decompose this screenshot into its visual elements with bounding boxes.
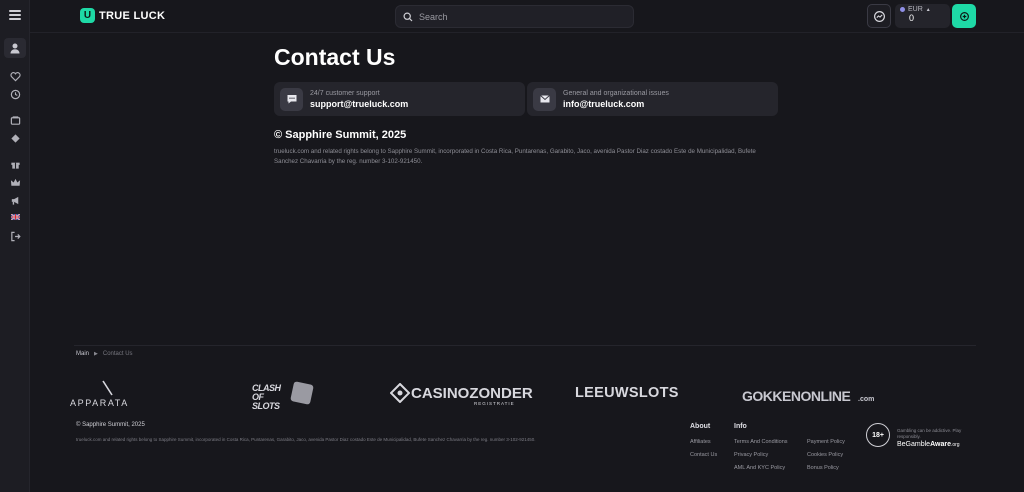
currency-icon — [900, 7, 905, 12]
logo-icon: U — [80, 8, 95, 23]
support-email[interactable]: support@trueluck.com — [310, 99, 408, 109]
logo[interactable]: U TRUE LUCK — [80, 8, 165, 23]
search-box[interactable] — [395, 5, 634, 28]
gokkenonline-text: GOKKENONLINE — [742, 388, 851, 404]
apparata-mark-icon — [102, 380, 113, 396]
apparata-text: APPARATA — [70, 398, 129, 408]
uk-flag-icon[interactable] — [8, 210, 22, 224]
user-icon[interactable] — [4, 38, 26, 58]
chat-button[interactable] — [867, 4, 891, 28]
copyright-title: © Sapphire Summit, 2025 — [274, 129, 407, 141]
support-card-subtitle: 24/7 customer support — [310, 89, 380, 97]
casinozonder-icon — [390, 383, 410, 403]
caret-down-icon: ▲ — [925, 6, 931, 13]
leeuwslots-text: LEEUWSLOTS — [575, 385, 679, 401]
dice-icon — [290, 381, 314, 405]
footer-divider — [74, 345, 976, 346]
chat-bubble-icon — [280, 87, 303, 111]
gamble-warning-text: Gambling can be addictive. Play responsi… — [897, 428, 962, 439]
top-bar: U TRUE LUCK EUR ▲ 0 — [30, 0, 1024, 33]
info-card-subtitle: General and organizational issues — [563, 89, 669, 97]
breadcrumb: Main ▶ Contact Us — [76, 351, 133, 357]
footer-link-terms[interactable]: Terms And Conditions — [734, 439, 788, 445]
age-restriction-badge: 18+ — [866, 423, 890, 447]
partner-logo-clash-of-slots[interactable]: CLASH OF SLOTS — [252, 381, 317, 411]
breadcrumb-main[interactable]: Main — [76, 351, 89, 357]
heart-icon[interactable] — [8, 69, 22, 83]
support-contact-card[interactable]: 24/7 customer support support@trueluck.c… — [274, 82, 525, 116]
begambleaware-text-b: Aware — [930, 441, 951, 448]
megaphone-icon[interactable] — [8, 193, 22, 207]
menu-icon[interactable] — [9, 10, 21, 20]
casinozonder-sub-text: REGISTRATIE — [474, 401, 515, 406]
page-title: Contact Us — [274, 44, 396, 70]
begambleaware-text-a: BeGamble — [897, 441, 931, 448]
crown-icon[interactable] — [8, 175, 22, 189]
footer-link-affiliates[interactable]: Affiliates — [690, 439, 711, 445]
copyright-text: trueluck.com and related rights belong t… — [274, 148, 756, 165]
footer-link-payment[interactable]: Payment Policy — [807, 439, 845, 445]
begambleaware-text-c: .org — [950, 442, 960, 448]
breadcrumb-separator-icon: ▶ — [94, 351, 98, 357]
info-contact-card[interactable]: General and organizational issues info@t… — [527, 82, 778, 116]
diamond-icon[interactable] — [8, 131, 22, 145]
partner-logo-leeuwslots[interactable]: LEEUWSLOTS — [575, 384, 690, 402]
sidebar — [0, 0, 30, 492]
plus-icon — [959, 11, 969, 21]
balance-value: 0 — [909, 13, 915, 23]
footer-link-bonus[interactable]: Bonus Policy — [807, 465, 839, 471]
currency-label: EUR — [908, 6, 923, 13]
begambleaware-logo[interactable]: BeGambleAware.org — [897, 441, 960, 448]
info-email[interactable]: info@trueluck.com — [563, 99, 669, 109]
mail-icon — [533, 87, 556, 111]
footer-about-title: About — [690, 423, 711, 430]
partner-logo-gokkenonline[interactable]: GOKKENONLINE .com — [742, 383, 882, 409]
chat-icon — [873, 10, 885, 22]
breadcrumb-current: Contact Us — [102, 351, 133, 357]
footer-link-aml-kyc[interactable]: AML And KYC Policy — [734, 465, 785, 471]
footer-link-privacy[interactable]: Privacy Policy — [734, 452, 768, 458]
gokkenonline-domain-text: .com — [858, 396, 875, 403]
logo-text: TRUE LUCK — [99, 9, 166, 22]
partner-logo-casinozonder[interactable]: CASINOZONDER REGISTRATIE — [390, 382, 533, 408]
search-input[interactable] — [419, 11, 619, 22]
balance-widget[interactable]: EUR ▲ 0 — [895, 4, 950, 28]
footer-info-title: Info — [734, 423, 747, 430]
deposit-button[interactable] — [952, 4, 976, 28]
logout-icon[interactable] — [8, 229, 22, 243]
footer-link-contact-us[interactable]: Contact Us — [690, 452, 717, 458]
casino-icon[interactable] — [8, 113, 22, 127]
footer-link-cookies[interactable]: Cookies Policy — [807, 452, 843, 458]
clash-of-slots-text: CLASH OF SLOTS — [252, 383, 281, 411]
history-icon[interactable] — [8, 87, 22, 101]
search-icon — [403, 11, 413, 21]
casinozonder-text: CASINOZONDER — [411, 385, 533, 402]
gift-icon[interactable] — [8, 157, 22, 171]
footer-copyright: © Sapphire Summit, 2025 — [76, 422, 145, 428]
footer-legal-text: trueluck.com and related rights belong t… — [76, 437, 536, 442]
